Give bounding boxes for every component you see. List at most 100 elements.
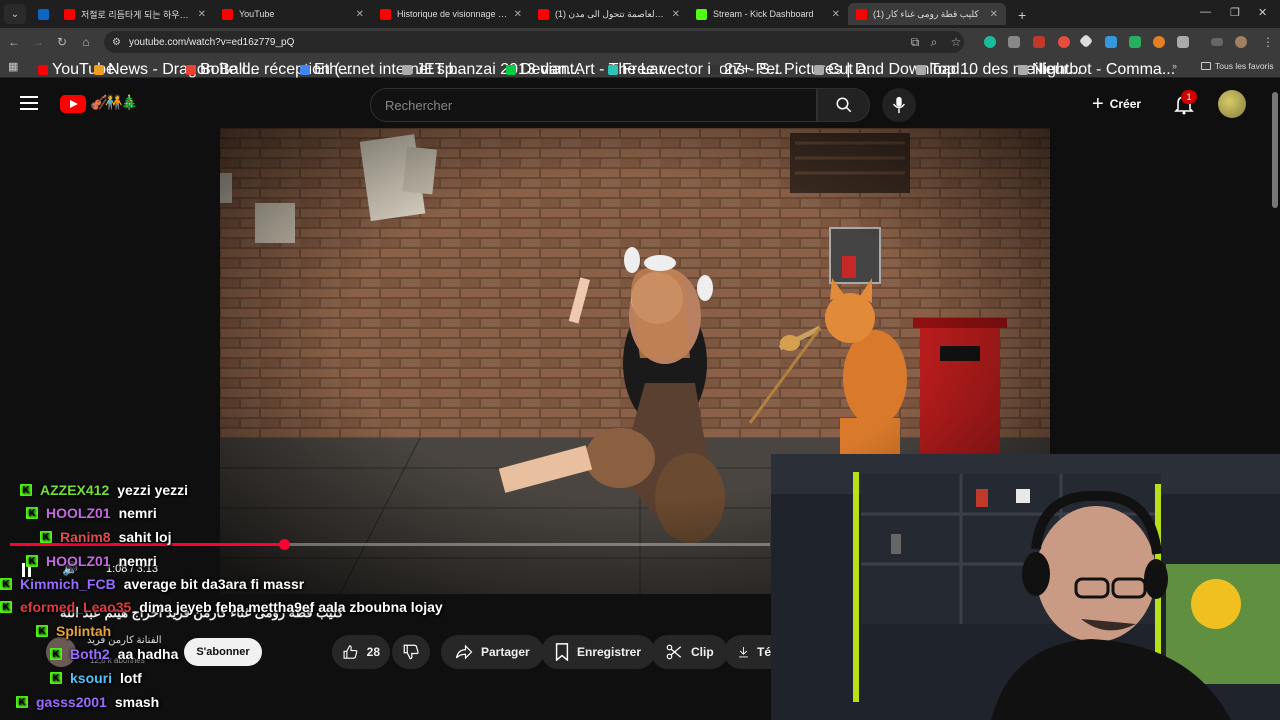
extensions-puzzle-icon[interactable] [1177, 36, 1189, 48]
bookmark-favicon-icon [710, 65, 720, 75]
new-tab-button[interactable]: + [1018, 7, 1026, 23]
search-box [370, 88, 817, 122]
kick-badge-icon: K [26, 555, 38, 567]
extension-icon[interactable] [1129, 36, 1141, 48]
tab-title: 저절로 리듬타게 되는 하우스 - [81, 9, 192, 20]
chat-message: Keformed_Leao35 dima jeyeb feha mettha9ef… [0, 599, 443, 615]
all-bookmarks-label: Tous les favoris [1215, 61, 1274, 71]
chat-message: K AZZEX412 yezzi yezzi [20, 482, 188, 498]
save-label: Enregistrer [577, 645, 642, 659]
menu-icon[interactable] [20, 96, 38, 110]
account-avatar[interactable] [1218, 90, 1246, 118]
tab-favicon-icon [64, 8, 75, 20]
bookmark-icon [555, 643, 569, 661]
url-text[interactable]: youtube.com/watch?v=ed16z779_pQ [129, 37, 294, 48]
zoom-icon[interactable]: ⌕ [922, 35, 946, 50]
thumbs-up-icon [343, 645, 358, 659]
browser-tab[interactable]: (1) تونس العاصمة تتحول الى مدن ✕ [530, 3, 688, 25]
extension-icon[interactable] [1078, 33, 1094, 49]
youtube-doodle-icon[interactable]: 🎻🧑‍🤝‍🧑🎄 [90, 94, 138, 111]
tab-favicon-icon [856, 8, 867, 20]
chat-username: gasss2001 [36, 694, 107, 710]
forward-icon[interactable]: → [26, 35, 50, 49]
clip-button[interactable]: Clip [651, 635, 728, 669]
menu-kebab-icon[interactable]: ⋮ [1256, 35, 1280, 49]
extension-icon[interactable] [1105, 36, 1117, 48]
tab-title: YouTube [239, 9, 275, 19]
tab-title: (1) تونس العاصمة تتحول الى مدن [555, 8, 666, 19]
share-label: Partager [481, 645, 530, 659]
minimize-button[interactable]: — [1200, 6, 1211, 18]
search-button[interactable] [817, 88, 870, 122]
extension-icon[interactable] [1033, 36, 1045, 48]
chat-text: nemri [118, 505, 157, 521]
save-button[interactable]: Enregistrer [541, 635, 656, 669]
tab-favicon-icon [38, 8, 49, 20]
browser-tab[interactable] [30, 3, 52, 25]
chat-text: smash [114, 694, 160, 710]
browser-tab[interactable]: YouTube ✕ [214, 3, 372, 25]
youtube-logo[interactable] [60, 95, 86, 113]
site-info-icon[interactable]: ⚙ [112, 37, 121, 48]
chat-username: Ranim8 [60, 529, 111, 545]
tab-close-icon[interactable]: ✕ [832, 9, 840, 20]
like-count: 28 [366, 645, 380, 659]
chat-text: lotf [120, 670, 142, 686]
tab-close-icon[interactable]: ✕ [356, 9, 364, 20]
like-button[interactable]: 28 [332, 635, 390, 669]
thumbs-down-icon [403, 644, 419, 660]
chat-message: K HOOLZ01 nemri [26, 553, 157, 569]
search-input[interactable] [385, 97, 816, 113]
chat-text: yezzi yezzi [117, 482, 189, 498]
bookmarks-overflow-icon[interactable]: » [1172, 61, 1177, 71]
chat-text: dima jeyeb feha mettha9ef aala zboubna l… [139, 599, 443, 615]
chat-message: K Both2 aa hadha [50, 646, 178, 662]
clip-label: Clip [691, 645, 714, 659]
tab-close-icon[interactable]: ✕ [198, 9, 206, 20]
dislike-button[interactable] [392, 635, 430, 669]
voice-search-button[interactable] [882, 88, 916, 122]
omnibox[interactable]: ⚙ youtube.com/watch?v=ed16z779_pQ [104, 31, 964, 53]
tab-search-button[interactable]: ⌄ [4, 4, 26, 24]
chat-username: eformed_Leao35 [20, 599, 132, 615]
maximize-button[interactable]: ❐ [1230, 6, 1240, 19]
page-scroll-thumb[interactable] [1272, 92, 1278, 208]
browser-tab[interactable]: (1) كليب قطة رومى غناء كار ✕ [848, 3, 1006, 25]
chat-message: K Splintah [36, 623, 119, 639]
extension-icon[interactable] [984, 36, 996, 48]
download-button[interactable]: Té [724, 635, 771, 669]
subscribe-button[interactable]: S'abonner [184, 638, 262, 666]
browser-tab[interactable]: Stream - Kick Dashboard ✕ [688, 3, 848, 25]
extension-icon[interactable] [1058, 36, 1070, 48]
tab-media-icon[interactable] [1211, 38, 1223, 46]
chat-message: Kgasss2001 smash [16, 694, 159, 710]
tab-close-icon[interactable]: ✕ [672, 9, 680, 20]
video-scrubber-handle[interactable] [278, 539, 290, 550]
chat-message: Kksouri lotf [50, 670, 142, 686]
folder-icon [1201, 62, 1211, 70]
bookmark-star-icon[interactable]: ☆ [944, 35, 968, 49]
back-icon[interactable]: ← [2, 35, 26, 49]
apps-grid-icon[interactable]: ▦ [8, 60, 18, 73]
tab-title: (1) كليب قطة رومى غناء كار [873, 8, 979, 19]
browser-tab[interactable]: Historique de visionnage - YouT ✕ [372, 3, 530, 25]
profile-icon[interactable] [1235, 36, 1247, 48]
create-button[interactable]: + Créer [1092, 90, 1141, 118]
bookmark-item[interactable]: Nightbot - Comma... [1018, 61, 1175, 79]
all-bookmarks[interactable]: Tous les favoris [1201, 61, 1274, 71]
close-window-button[interactable]: ✕ [1258, 6, 1267, 19]
browser-tab[interactable]: 저절로 리듬타게 되는 하우스 - ✕ [56, 3, 214, 25]
chat-text: sahit loj [118, 529, 172, 545]
tab-close-icon[interactable]: ✕ [990, 9, 998, 20]
bookmark-favicon-icon [1018, 65, 1028, 75]
tab-title: Historique de visionnage - YouT [397, 9, 508, 19]
bookmark-favicon-icon [300, 65, 310, 75]
reload-icon[interactable]: ↻ [50, 35, 74, 49]
tab-title: Stream - Kick Dashboard [713, 9, 814, 19]
home-icon[interactable]: ⌂ [74, 35, 98, 49]
extension-icon[interactable] [1008, 36, 1020, 48]
extension-icon[interactable] [1153, 36, 1165, 48]
tab-close-icon[interactable]: ✕ [514, 9, 522, 20]
kick-badge-icon: K [0, 601, 12, 613]
share-button[interactable]: Partager [441, 635, 544, 669]
